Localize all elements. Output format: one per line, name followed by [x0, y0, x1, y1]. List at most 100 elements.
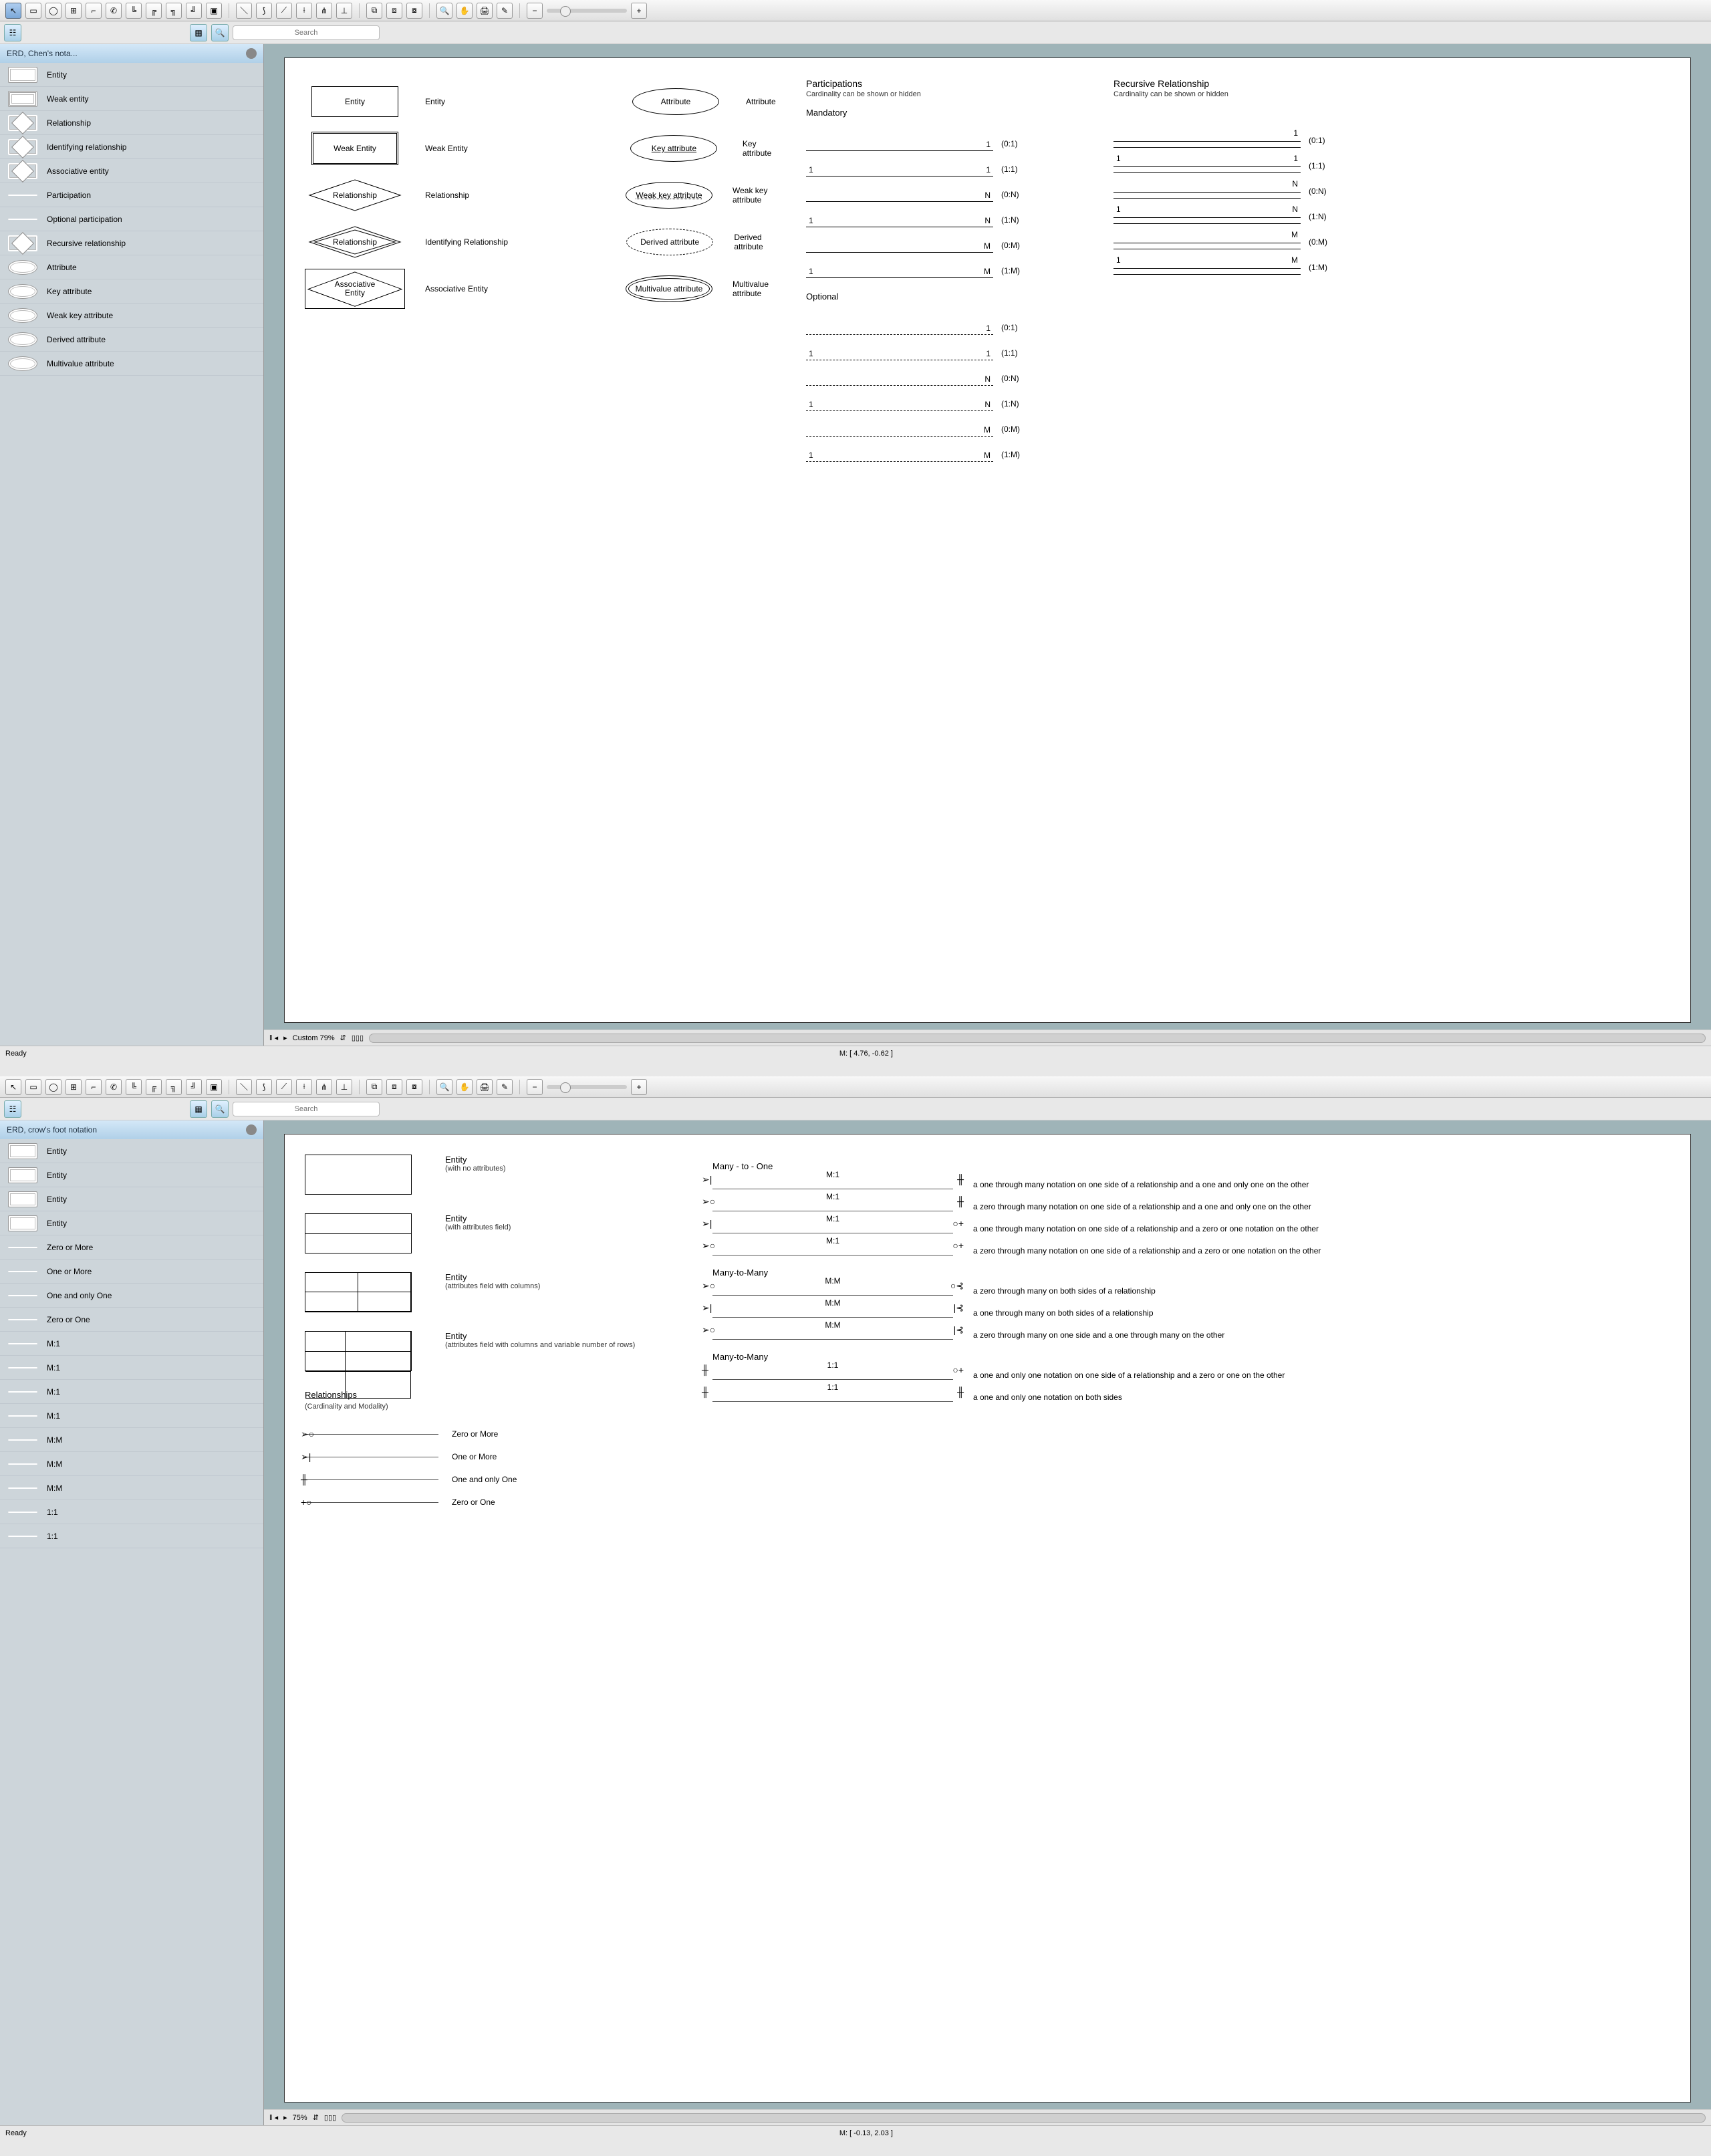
sidebar-item[interactable]: Entity [0, 1187, 263, 1211]
sidebar-item[interactable]: Zero or One [0, 1308, 263, 1332]
sidebar-item[interactable]: Zero or More [0, 1235, 263, 1260]
zoom-label[interactable]: Custom 79% [293, 1034, 335, 1042]
line-tool[interactable]: ＼ [236, 1079, 252, 1095]
canvas-2[interactable]: Entity(with no attributes)Entity(with at… [284, 1134, 1691, 2103]
tool-16[interactable]: ⊥ [336, 3, 352, 19]
grid-icon[interactable]: ▦ [190, 1100, 207, 1118]
hand-tool[interactable]: ✋ [456, 1079, 473, 1095]
pointer-tool[interactable]: ↖ [5, 1079, 21, 1095]
zoom-label[interactable]: 75% [293, 2114, 307, 2122]
sidebar-item[interactable]: Entity [0, 1163, 263, 1187]
group-tool[interactable]: ⧉ [366, 3, 382, 19]
close-icon[interactable] [246, 48, 257, 59]
sidebar-item[interactable]: Weak key attribute [0, 304, 263, 328]
stepper-icon[interactable]: ⇵ [340, 1034, 346, 1042]
phone-icon[interactable]: ✆ [106, 1079, 122, 1095]
library-tree-icon[interactable]: ☷ [4, 24, 21, 41]
sidebar-item[interactable]: Multivalue attribute [0, 352, 263, 376]
search-icon[interactable]: 🔍 [211, 1100, 229, 1118]
zoom-out-button[interactable]: − [527, 1079, 543, 1095]
sidebar-item[interactable]: One or More [0, 1260, 263, 1284]
zoom-slider[interactable] [547, 1085, 627, 1089]
search-icon[interactable]: 🔍 [211, 24, 229, 41]
sidebar-item[interactable]: Participation [0, 183, 263, 207]
nav-prev-icon[interactable]: ‖ ◂ [269, 2113, 278, 2122]
ellipse-tool[interactable]: ◯ [45, 3, 61, 19]
sidebar-item[interactable]: Associative entity [0, 159, 263, 183]
tool-9[interactable]: ╝ [186, 3, 202, 19]
sidebar-item[interactable]: M:M [0, 1452, 263, 1476]
eyedropper-tool[interactable]: ✎ [497, 3, 513, 19]
connector-tool[interactable]: ⌐ [86, 1079, 102, 1095]
nav-next-icon[interactable]: ▸ [283, 2113, 287, 2122]
tool-7[interactable]: ╔ [146, 3, 162, 19]
sidebar-item[interactable]: M:1 [0, 1404, 263, 1428]
group-tool[interactable]: ⧉ [366, 1079, 382, 1095]
pages-icon[interactable]: ▯▯▯ [352, 1034, 364, 1042]
ellipse-tool[interactable]: ◯ [45, 1079, 61, 1095]
sidebar-item[interactable]: 1:1 [0, 1524, 263, 1548]
sidebar-header[interactable]: ERD, crow's foot notation [0, 1120, 263, 1139]
ungroup-tool[interactable]: ⧈ [386, 3, 402, 19]
horizontal-scrollbar[interactable] [342, 2113, 1706, 2123]
tool-8[interactable]: ╗ [166, 3, 182, 19]
sidebar-item[interactable]: Derived attribute [0, 328, 263, 352]
nav-prev-icon[interactable]: ‖ ◂ [269, 1034, 278, 1042]
phone-icon[interactable]: ✆ [106, 3, 122, 19]
sidebar-item[interactable]: M:1 [0, 1332, 263, 1356]
stepper-icon[interactable]: ⇵ [313, 2113, 319, 2122]
zoom-slider[interactable] [547, 9, 627, 13]
sidebar-item[interactable]: Key attribute [0, 279, 263, 304]
zoom-tool[interactable]: 🔍 [436, 1079, 452, 1095]
align-tool[interactable]: ⧇ [406, 1079, 422, 1095]
arc-tool[interactable]: ⟆ [256, 1079, 272, 1095]
pointer-tool[interactable]: ↖ [5, 3, 21, 19]
tool-14[interactable]: ⟊ [296, 3, 312, 19]
canvas[interactable]: EntityEntityWeak EntityWeak EntityRelati… [284, 57, 1691, 1023]
tool-6[interactable]: ╚ [126, 3, 142, 19]
text-tool[interactable]: ⊞ [65, 1079, 82, 1095]
print-tool[interactable]: 🖨 [477, 3, 493, 19]
close-icon[interactable] [246, 1124, 257, 1135]
sidebar-item[interactable]: 1:1 [0, 1500, 263, 1524]
tool-6[interactable]: ╚ [126, 1079, 142, 1095]
library-tree-icon[interactable]: ☷ [4, 1100, 21, 1118]
hand-tool[interactable]: ✋ [456, 3, 473, 19]
sidebar-item[interactable]: M:1 [0, 1356, 263, 1380]
sidebar-item[interactable]: One and only One [0, 1284, 263, 1308]
zoom-in-button[interactable]: + [631, 1079, 647, 1095]
tool-10[interactable]: ▣ [206, 3, 222, 19]
search-input[interactable] [233, 1102, 380, 1116]
connector-tool[interactable]: ⌐ [86, 3, 102, 19]
tool-10[interactable]: ▣ [206, 1079, 222, 1095]
sidebar-item[interactable]: Attribute [0, 255, 263, 279]
tool-8[interactable]: ╗ [166, 1079, 182, 1095]
tool-15[interactable]: ⋔ [316, 3, 332, 19]
polyline-tool[interactable]: ⟋ [276, 3, 292, 19]
sidebar-item[interactable]: M:1 [0, 1380, 263, 1404]
rect-tool[interactable]: ▭ [25, 3, 41, 19]
pages-icon[interactable]: ▯▯▯ [324, 2113, 336, 2122]
polyline-tool[interactable]: ⟋ [276, 1079, 292, 1095]
sidebar-item[interactable]: Recursive relationship [0, 231, 263, 255]
align-tool[interactable]: ⧇ [406, 3, 422, 19]
search-input[interactable] [233, 25, 380, 40]
eyedropper-tool[interactable]: ✎ [497, 1079, 513, 1095]
sidebar-item[interactable]: Relationship [0, 111, 263, 135]
text-tool[interactable]: ⊞ [65, 3, 82, 19]
tool-15[interactable]: ⋔ [316, 1079, 332, 1095]
zoom-out-button[interactable]: − [527, 3, 543, 19]
sidebar-item[interactable]: Entity [0, 63, 263, 87]
sidebar-header[interactable]: ERD, Chen's nota... [0, 44, 263, 63]
tool-7[interactable]: ╔ [146, 1079, 162, 1095]
zoom-tool[interactable]: 🔍 [436, 3, 452, 19]
line-tool[interactable]: ＼ [236, 3, 252, 19]
tool-9[interactable]: ╝ [186, 1079, 202, 1095]
nav-next-icon[interactable]: ▸ [283, 1034, 287, 1042]
horizontal-scrollbar[interactable] [369, 1034, 1706, 1043]
grid-icon[interactable]: ▦ [190, 24, 207, 41]
rect-tool[interactable]: ▭ [25, 1079, 41, 1095]
sidebar-item[interactable]: Optional participation [0, 207, 263, 231]
sidebar-item[interactable]: Entity [0, 1139, 263, 1163]
tool-14[interactable]: ⟊ [296, 1079, 312, 1095]
